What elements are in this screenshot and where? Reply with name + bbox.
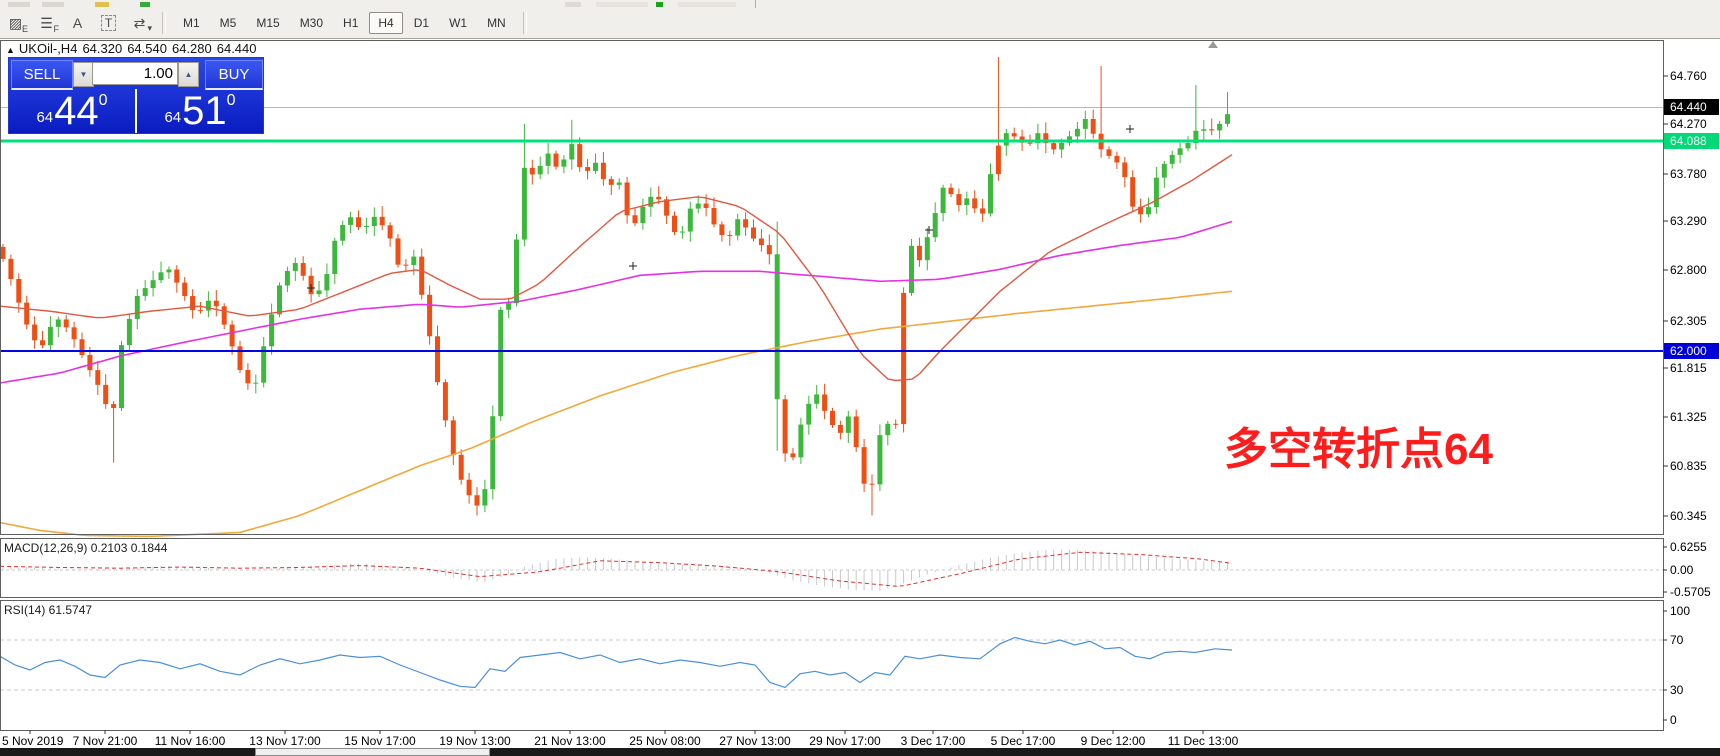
bid-price-display[interactable]: 64 44 0 [9, 89, 137, 133]
fibonacci-retracement-icon[interactable]: ☰ F [33, 12, 60, 35]
time-axis-label: 19 Nov 13:00 [439, 734, 511, 748]
timeframe-button-M5[interactable]: M5 [211, 12, 246, 34]
price-tick-label: 61.815 [1670, 361, 1707, 375]
toolbar-icon-stub [678, 2, 736, 7]
macd-tick-label: 0.6255 [1670, 540, 1707, 554]
toolbar-icon-stub [596, 2, 648, 7]
volume-increase-button[interactable]: ▲ [178, 62, 199, 87]
price-tick-label: 63.290 [1670, 214, 1707, 228]
toolbar-separator [162, 12, 166, 34]
time-axis-label: 7 Nov 21:00 [73, 734, 138, 748]
price-tick-label: 62.305 [1670, 314, 1707, 328]
volume-decrease-button[interactable]: ▼ [73, 62, 94, 87]
time-axis-label: 21 Nov 13:00 [534, 734, 606, 748]
rsi-tick-label: 30 [1670, 683, 1684, 697]
window-top-strip [0, 0, 1720, 8]
price-tick-label: 62.800 [1670, 263, 1707, 277]
price-tick-label: 60.835 [1670, 459, 1707, 473]
price-tick-label: 63.780 [1670, 167, 1707, 181]
rsi-tick-label: 70 [1670, 633, 1684, 647]
arrow-tools-icon[interactable]: ⇄ ▾ [126, 12, 153, 34]
quote-close: 64.440 [216, 41, 257, 56]
timeframe-button-MN[interactable]: MN [478, 12, 515, 34]
time-axis-label: 9 Dec 12:00 [1081, 734, 1146, 748]
price-tick-label: 64.760 [1670, 69, 1707, 83]
collapse-panel-icon[interactable]: ▲ [6, 45, 15, 55]
one-click-trade-panel: SELL ▼ 1.00 ▲ BUY 64 44 0 64 51 0 [8, 57, 264, 134]
time-axis-label: 13 Nov 17:00 [249, 734, 321, 748]
timeframe-button-M1[interactable]: M1 [174, 12, 209, 34]
timeframe-button-H4[interactable]: H4 [369, 12, 403, 34]
bid-price-pip: 0 [98, 92, 108, 109]
toolbar-icon-stub [8, 2, 30, 7]
timeframe-button-D1[interactable]: D1 [405, 12, 438, 34]
main-toolbar: ▨ E ☰ F A T ⇄ ▾ M1 M5 M15 M30 H1 H4 D1 W1 MN [0, 8, 1720, 39]
volume-input[interactable]: 1.00 [92, 62, 178, 85]
price-tick-label: 64.270 [1670, 117, 1707, 131]
sell-button[interactable]: SELL [11, 60, 73, 90]
text-box-icon[interactable]: T [95, 12, 122, 34]
buy-button[interactable]: BUY [205, 60, 263, 90]
price-tick-label: 60.345 [1670, 509, 1707, 523]
symbol-period-label: UKOil-,H4 [18, 41, 78, 56]
time-axis-label: 3 Dec 17:00 [901, 734, 966, 748]
time-axis-label: 11 Nov 16:00 [155, 734, 226, 748]
time-axis-label: 25 Nov 08:00 [629, 734, 701, 748]
toolbar-icon-stub [95, 2, 109, 7]
bid-price-main: 44 [54, 89, 99, 133]
time-axis-label: 15 Nov 17:00 [344, 734, 416, 748]
price-tick-label: 61.325 [1670, 410, 1707, 424]
rsi-tick-label: 100 [1670, 604, 1690, 618]
chart-background [0, 38, 1720, 756]
time-axis-label: 5 Dec 17:00 [991, 734, 1056, 748]
bid-ask-display: 64 44 0 64 51 0 [9, 89, 263, 133]
toolbar-icon-stub [140, 2, 150, 7]
toolbar-icon-stub [565, 2, 581, 7]
quote-info-bar[interactable]: ▲ UKOil-,H4 64.320 64.540 64.280 64.440 [6, 41, 262, 56]
quote-high: 64.540 [127, 41, 167, 56]
rsi-tick-label: 0 [1670, 713, 1677, 727]
annotation-text: 多空转折点64 [1224, 425, 1493, 474]
time-axis-label: 11 Dec 13:00 [1168, 734, 1239, 748]
time-axis-label: 5 Nov 2019 [2, 734, 64, 748]
toolbar-separator [522, 12, 527, 34]
hline-price-badge-64088-label: 64.088 [1670, 134, 1707, 148]
time-axis-label: 27 Nov 13:00 [719, 734, 791, 748]
timeframe-button-W1[interactable]: W1 [440, 12, 476, 34]
ask-price-main: 51 [182, 89, 227, 133]
macd-indicator-label: MACD(12,26,9) 0.2103 0.1844 [4, 541, 168, 555]
equidistant-channel-icon[interactable]: ▨ E [2, 12, 29, 35]
bid-price-badge-label: 64.440 [1670, 100, 1707, 114]
timeframe-button-M30[interactable]: M30 [291, 12, 332, 34]
timeframe-button-H1[interactable]: H1 [334, 12, 367, 34]
text-label-icon[interactable]: A [64, 12, 91, 34]
macd-tick-label: -0.5705 [1670, 585, 1711, 599]
draw-tools-group: ▨ E ☰ F A T ⇄ ▾ [0, 12, 155, 35]
ask-price-prefix: 64 [164, 109, 182, 126]
quote-low: 64.280 [171, 41, 212, 56]
quote-open: 64.320 [82, 41, 123, 56]
toolbar-edge [755, 0, 756, 8]
timeframe-button-M15[interactable]: M15 [247, 12, 288, 34]
hline-price-badge-62000-label: 62.000 [1670, 344, 1707, 358]
ask-price-pip: 0 [226, 92, 236, 109]
rsi-indicator-label: RSI(14) 61.5747 [4, 603, 93, 617]
timeframe-group: M1 M5 M15 M30 H1 H4 D1 W1 MN [173, 12, 516, 34]
horizontal-scrollbar[interactable] [0, 748, 1720, 756]
scrollbar-thumb[interactable] [255, 748, 490, 756]
macd-tick-label: 0.00 [1670, 563, 1694, 577]
ask-price-display[interactable]: 64 51 0 [137, 89, 263, 133]
time-axis-label: 29 Nov 17:00 [809, 734, 881, 748]
toolbar-icon-stub [656, 2, 663, 7]
toolbar-icon-stub [42, 2, 64, 7]
bid-price-prefix: 64 [36, 109, 54, 126]
